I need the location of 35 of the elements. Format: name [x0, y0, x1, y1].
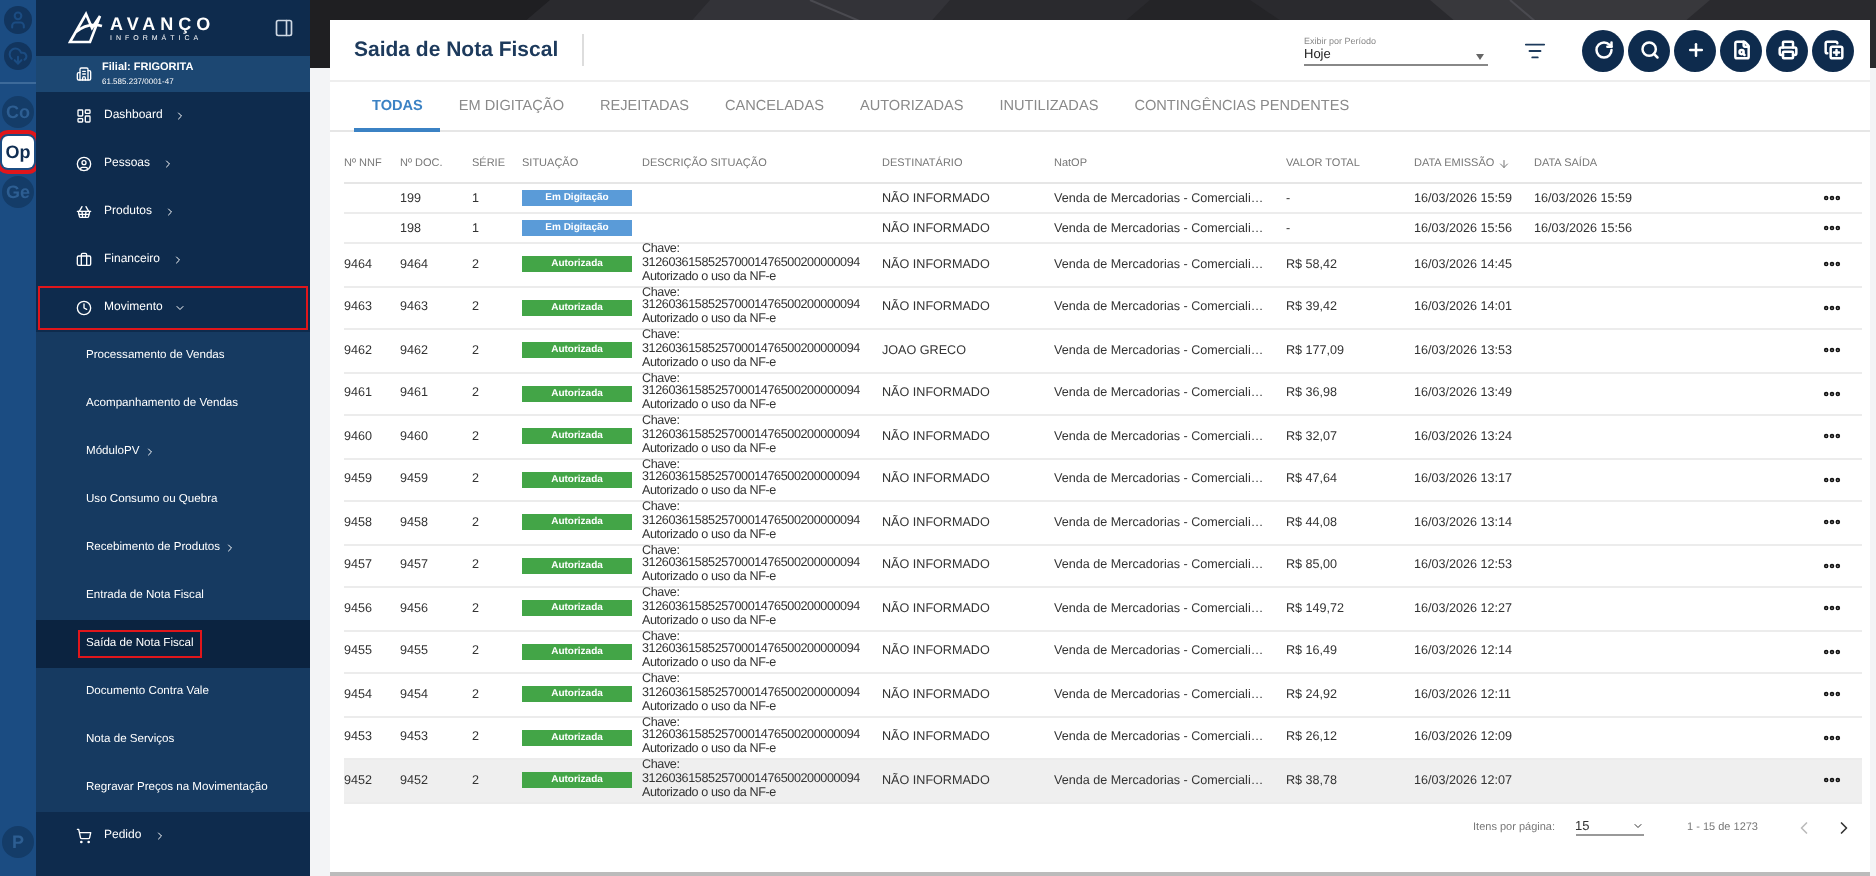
chevron-down-icon	[174, 302, 187, 314]
plus-icon	[1685, 40, 1705, 60]
preview-button[interactable]	[1720, 29, 1762, 71]
caret-icon	[1631, 820, 1644, 832]
print-button[interactable]	[1766, 29, 1808, 71]
refresh-icon	[1593, 40, 1613, 60]
sidebar-toggle-icon[interactable]	[274, 18, 294, 38]
chevron-right-icon	[174, 110, 187, 122]
module-button[interactable]: Op	[2, 136, 34, 168]
chevron-right-icon	[164, 206, 177, 218]
duplicate-button[interactable]	[1812, 29, 1854, 71]
logo-icon	[68, 10, 104, 46]
chevron-right-icon	[224, 542, 237, 554]
refresh-button[interactable]	[1582, 29, 1624, 71]
chevron-right-icon	[143, 446, 156, 458]
filter-button[interactable]	[1524, 39, 1546, 61]
search-icon	[1639, 40, 1659, 60]
building-icon	[76, 66, 92, 82]
cart-icon	[76, 828, 92, 844]
briefcase-icon	[76, 252, 92, 268]
chevron-right-icon	[153, 830, 166, 842]
logo-name: AVANÇO	[110, 13, 218, 33]
copy-plus-icon	[1823, 40, 1843, 60]
filter-icon	[1524, 39, 1546, 61]
dashboard-icon	[76, 108, 92, 124]
chevron-right-icon	[162, 158, 175, 170]
search-button[interactable]	[1628, 29, 1670, 71]
page-title: Saida de Nota Fiscal	[354, 34, 585, 66]
chevron-right-icon	[172, 254, 185, 266]
document-search-icon	[1731, 40, 1751, 60]
person-icon	[76, 156, 92, 172]
printer-icon	[1777, 40, 1797, 60]
basket-icon	[76, 204, 92, 220]
clock-icon	[76, 300, 92, 316]
add-button[interactable]	[1674, 29, 1716, 71]
